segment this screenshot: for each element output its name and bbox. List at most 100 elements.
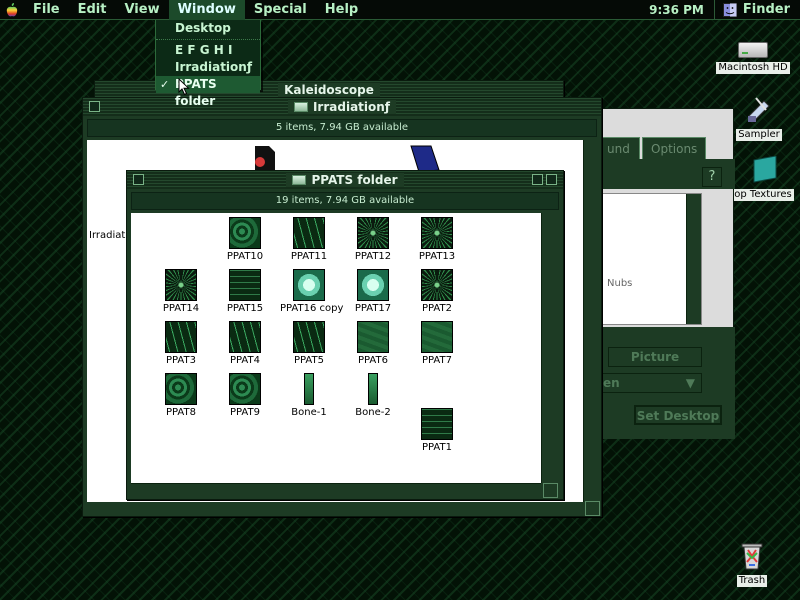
- menubar-clock[interactable]: 9:36 PM: [639, 3, 714, 17]
- mouse-pointer-icon: [178, 78, 190, 96]
- trash-icon: [741, 543, 763, 570]
- desktop-icon-sampler[interactable]: Sampler: [734, 96, 784, 141]
- file-label: PPAT8: [166, 407, 196, 418]
- file-icon-bone-1[interactable]: Bone-1: [280, 373, 338, 419]
- file-icon-ppat9[interactable]: PPAT9: [216, 373, 274, 419]
- window-menu-item-efghi[interactable]: E F G H I: [156, 42, 260, 59]
- pattern-thumbnail-icon: [368, 373, 378, 405]
- menu-window[interactable]: Window: [168, 0, 245, 20]
- file-label: Irradiat: [89, 230, 126, 241]
- file-label: PPAT7: [422, 355, 452, 366]
- menu-view[interactable]: View: [115, 0, 168, 20]
- file-icon-ppat13[interactable]: PPAT13: [408, 217, 466, 263]
- kaleidoscope-tabs: und Options: [598, 137, 735, 159]
- ppats-title-bar[interactable]: PPATS folder: [127, 171, 563, 189]
- close-box-icon[interactable]: [133, 174, 144, 185]
- help-button[interactable]: ?: [702, 167, 722, 187]
- desktop-icon-macintosh-hd[interactable]: Macintosh HD: [716, 42, 790, 74]
- menu-file[interactable]: File: [24, 0, 69, 20]
- file-icon-ppat11[interactable]: PPAT11: [280, 217, 338, 263]
- close-box-icon[interactable]: [89, 101, 100, 112]
- grow-box-icon[interactable]: [585, 501, 600, 516]
- desktop-icon-label: Macintosh HD: [716, 62, 790, 74]
- pattern-thumbnail-icon: [165, 269, 197, 301]
- file-label: PPAT11: [290, 251, 328, 262]
- pattern-thumbnail-icon: [229, 269, 261, 301]
- list-item-text: Nubs: [607, 278, 633, 289]
- folder-icon: [293, 102, 308, 112]
- file-icon-ppat3[interactable]: PPAT3: [152, 321, 210, 367]
- application-menu[interactable]: Finder: [715, 2, 800, 17]
- file-label: PPAT13: [418, 251, 456, 262]
- folder-icon: [753, 155, 777, 183]
- menu-bar: File Edit View Window Special Help 9:36 …: [0, 0, 800, 20]
- finder-icon: [722, 2, 737, 17]
- list-scrollbar[interactable]: [686, 194, 701, 324]
- pattern-thumbnail-icon: [165, 321, 197, 353]
- desktop-icon-label: Trash: [736, 575, 768, 587]
- ppats-horizontal-scrollbar[interactable]: [131, 483, 541, 498]
- ppats-folder-window[interactable]: PPATS folder 19 items, 7.94 GB available…: [126, 170, 564, 500]
- file-label: PPAT6: [358, 355, 388, 366]
- window-menu-item-ppats[interactable]: ✓ PPATS folder: [156, 76, 260, 108]
- file-label: Bone-1: [291, 407, 327, 418]
- picture-button[interactable]: Picture: [608, 347, 702, 367]
- window-title: PPATS folder: [311, 173, 398, 187]
- pattern-thumbnail-icon: [293, 269, 325, 301]
- window-menu-item-desktop[interactable]: Desktop: [156, 20, 260, 37]
- file-label: PPAT5: [294, 355, 324, 366]
- zoom-box-icon[interactable]: [532, 174, 543, 185]
- file-icon-ppat15[interactable]: PPAT15: [216, 269, 274, 315]
- window-title-wrap: PPATS folder: [286, 173, 404, 187]
- file-icon-ppat2[interactable]: PPAT2: [408, 269, 466, 315]
- picture-popup-menu[interactable]: en ▼: [598, 373, 702, 393]
- file-icon-ppat6[interactable]: PPAT6: [344, 321, 402, 367]
- file-icon-bone-2[interactable]: Bone-2: [344, 373, 402, 419]
- menu-edit[interactable]: Edit: [69, 0, 116, 20]
- file-icon-ppat10[interactable]: PPAT10: [216, 217, 274, 263]
- file-icon-ppat17[interactable]: PPAT17: [344, 269, 402, 315]
- file-label: PPAT4: [230, 355, 260, 366]
- ppats-content[interactable]: PPAT10 PPAT11 PPAT12 PPAT13 PPAT14 PPAT15 PPAT…: [131, 213, 541, 483]
- irradiation-vertical-scrollbar[interactable]: [583, 140, 598, 502]
- tab-options[interactable]: Options: [642, 137, 706, 159]
- tab-sound[interactable]: und: [598, 137, 640, 159]
- file-label: PPAT15: [226, 303, 264, 314]
- apple-menu-icon[interactable]: [0, 0, 24, 20]
- file-icon-ppat16-copy[interactable]: PPAT16 copy: [280, 269, 343, 315]
- window-title: Irradiationƒ: [312, 100, 391, 114]
- pattern-thumbnail-icon: [421, 408, 453, 440]
- pattern-thumbnail-icon: [229, 321, 261, 353]
- window-menu-item-irradiation[interactable]: Irradiationƒ: [156, 59, 260, 76]
- pattern-thumbnail-icon: [357, 321, 389, 353]
- file-icon-ppat5[interactable]: PPAT5: [280, 321, 338, 367]
- file-icon-ppat8[interactable]: PPAT8: [152, 373, 210, 419]
- file-label: PPAT14: [162, 303, 200, 314]
- file-icon-ppat12[interactable]: PPAT12: [344, 217, 402, 263]
- window-title: Kaleidoscope: [278, 83, 380, 97]
- menu-help[interactable]: Help: [316, 0, 367, 20]
- grow-box-icon[interactable]: [543, 483, 558, 498]
- file-icon-ppat7[interactable]: PPAT7: [408, 321, 466, 367]
- file-icon-ppat4[interactable]: PPAT4: [216, 321, 274, 367]
- desktop-icon-textures[interactable]: op Textures: [730, 155, 796, 201]
- file-label: Bone-2: [355, 407, 391, 418]
- file-icon-ppat1[interactable]: PPAT1: [408, 408, 466, 454]
- file-label: PPAT12: [354, 251, 392, 262]
- pattern-thumbnail-icon: [165, 373, 197, 405]
- pattern-thumbnail-icon: [304, 373, 314, 405]
- irradiation-info-bar: 5 items, 7.94 GB available: [87, 119, 597, 137]
- ppats-vertical-scrollbar[interactable]: [541, 213, 556, 483]
- collapse-box-icon[interactable]: [546, 174, 557, 185]
- popup-value: en: [603, 376, 620, 390]
- menu-special[interactable]: Special: [245, 0, 316, 20]
- pattern-thumbnail-icon: [229, 373, 261, 405]
- irradiation-title-bar[interactable]: Irradiationƒ: [83, 98, 601, 116]
- set-desktop-button[interactable]: Set Desktop: [634, 405, 722, 425]
- checkmark-icon: ✓: [160, 78, 170, 91]
- desktop-icon-trash[interactable]: Trash: [730, 540, 774, 587]
- menu-item-label: E F G H I: [175, 43, 233, 57]
- sampler-icon: [748, 97, 770, 122]
- file-icon-ppat14[interactable]: PPAT14: [152, 269, 210, 315]
- folder-icon: [292, 175, 307, 185]
